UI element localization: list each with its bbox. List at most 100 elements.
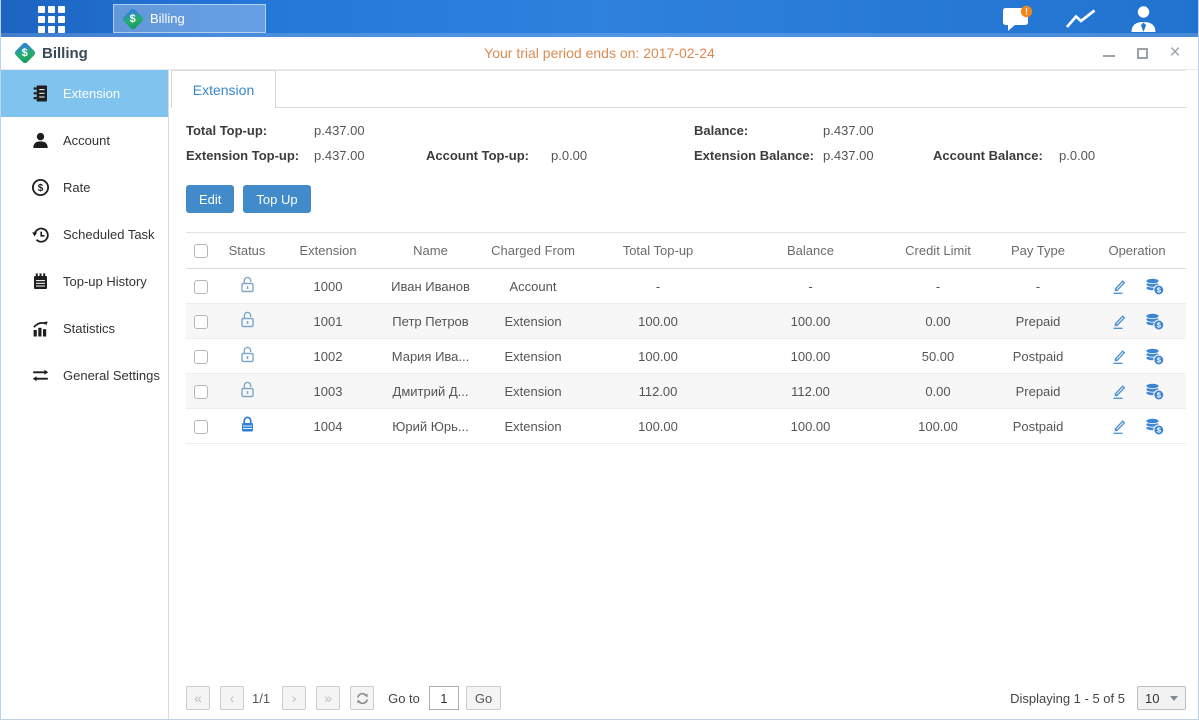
- top-up-button[interactable]: Top Up: [243, 185, 310, 213]
- sidebar-item-label: Scheduled Task: [63, 227, 155, 242]
- window-titlebar: $ Billing Your trial period ends on: 201…: [1, 37, 1198, 70]
- account-topup-label: Account Top-up:: [426, 148, 551, 163]
- sidebar-item-scheduled-task[interactable]: Scheduled Task: [1, 211, 168, 258]
- window-title: Billing: [42, 45, 88, 62]
- refresh-button[interactable]: [350, 686, 374, 710]
- cell-extension: 1004: [278, 409, 378, 444]
- table-row: 1002 Мария Ива... Extension 100.00 100.0…: [186, 339, 1186, 374]
- sidebar-item-account[interactable]: Account: [1, 117, 168, 164]
- cell-credit-limit: 100.00: [888, 409, 988, 444]
- cell-name: Мария Ива...: [378, 339, 483, 374]
- extension-topup-value: p.437.00: [314, 148, 426, 163]
- cell-extension: 1001: [278, 304, 378, 339]
- notifications-icon[interactable]: !: [1002, 5, 1033, 33]
- cell-balance: 100.00: [733, 409, 888, 444]
- sidebar: Extension Account $ Rate: [1, 70, 169, 719]
- table-row: 1003 Дмитрий Д... Extension 112.00 112.0…: [186, 374, 1186, 409]
- row-checkbox[interactable]: [194, 420, 208, 434]
- sidebar-item-extension[interactable]: Extension: [1, 70, 168, 117]
- page-size-select[interactable]: 10: [1137, 686, 1186, 710]
- cell-credit-limit: 50.00: [888, 339, 988, 374]
- extension-balance-label: Extension Balance:: [694, 148, 823, 163]
- col-charged-from: Charged From: [483, 233, 583, 269]
- table-row: 1000 Иван Иванов Account - - - -: [186, 269, 1186, 304]
- cell-pay-type: -: [988, 269, 1088, 304]
- edit-icon[interactable]: [1110, 417, 1128, 435]
- close-button[interactable]: ×: [1168, 46, 1182, 60]
- taskbar-billing-tab[interactable]: $ Billing: [113, 4, 266, 33]
- maximize-button[interactable]: [1135, 46, 1149, 60]
- page-size-value: 10: [1145, 691, 1159, 706]
- sidebar-item-label: General Settings: [63, 368, 160, 383]
- topup-icon[interactable]: $: [1144, 312, 1165, 331]
- row-checkbox[interactable]: [194, 315, 208, 329]
- general-settings-icon: [31, 366, 50, 385]
- edit-icon[interactable]: [1110, 382, 1128, 400]
- app-grid-icon[interactable]: [38, 6, 69, 32]
- select-all-checkbox[interactable]: [194, 244, 208, 258]
- monitor-icon[interactable]: [1064, 6, 1098, 32]
- tab-extension[interactable]: Extension: [171, 70, 276, 108]
- last-page-button[interactable]: »: [316, 686, 340, 710]
- topup-icon[interactable]: $: [1144, 417, 1165, 436]
- extensions-table: Status Extension Name Charged From Total…: [186, 232, 1186, 444]
- cell-balance: 100.00: [733, 304, 888, 339]
- page-indicator: 1/1: [252, 691, 270, 706]
- billing-summary: Total Top-up: p.437.00 Extension Top-up:…: [186, 108, 1186, 163]
- account-balance-label: Account Balance:: [933, 148, 1059, 163]
- col-extension: Extension: [278, 233, 378, 269]
- extension-topup-label: Extension Top-up:: [186, 148, 314, 163]
- col-credit-limit: Credit Limit: [888, 233, 988, 269]
- user-icon[interactable]: [1129, 5, 1158, 32]
- edit-icon[interactable]: [1110, 312, 1128, 330]
- cell-credit-limit: 0.00: [888, 374, 988, 409]
- first-page-button[interactable]: «: [186, 686, 210, 710]
- topup-icon[interactable]: $: [1144, 277, 1165, 296]
- cell-name: Юрий Юрь...: [378, 409, 483, 444]
- sidebar-item-topup-history[interactable]: Top-up History: [1, 258, 168, 305]
- edit-icon[interactable]: [1110, 277, 1128, 295]
- refresh-icon: [355, 691, 370, 706]
- cell-total-topup: -: [583, 269, 733, 304]
- cell-charged-from: Extension: [483, 374, 583, 409]
- cell-extension: 1003: [278, 374, 378, 409]
- go-button[interactable]: Go: [466, 686, 501, 710]
- sidebar-item-label: Statistics: [63, 321, 115, 336]
- dropdown-caret-icon: [1170, 696, 1178, 701]
- edit-button[interactable]: Edit: [186, 185, 234, 213]
- row-checkbox[interactable]: [194, 280, 208, 294]
- goto-page-input[interactable]: [429, 686, 459, 710]
- system-topbar: $ Billing !: [1, 0, 1198, 37]
- balance-value: p.437.00: [823, 123, 933, 138]
- status-unlocked-icon: [239, 380, 256, 399]
- balance-label: Balance:: [694, 123, 823, 138]
- app-screen: $ Billing !: [0, 0, 1199, 720]
- topup-icon[interactable]: $: [1144, 382, 1165, 401]
- cell-pay-type: Prepaid: [988, 374, 1088, 409]
- table-row: 1004 Юрий Юрь... Extension 100.00 100.00…: [186, 409, 1186, 444]
- cell-extension: 1000: [278, 269, 378, 304]
- col-operation: Operation: [1088, 233, 1186, 269]
- trial-notice: Your trial period ends on: 2017-02-24: [1, 45, 1198, 61]
- total-topup-label: Total Top-up:: [186, 123, 314, 138]
- svg-text:$: $: [38, 183, 44, 194]
- status-locked-icon: [239, 415, 256, 434]
- topup-icon[interactable]: $: [1144, 347, 1165, 366]
- cell-name: Петр Петров: [378, 304, 483, 339]
- prev-page-button[interactable]: ‹: [220, 686, 244, 710]
- pagination-bar: « ‹ 1/1 › » Go to Go: [186, 686, 1186, 710]
- tab-bar: Extension: [171, 70, 1186, 108]
- edit-icon[interactable]: [1110, 347, 1128, 365]
- cell-total-topup: 100.00: [583, 339, 733, 374]
- minimize-button[interactable]: [1102, 46, 1116, 60]
- scheduled-task-icon: [31, 225, 50, 244]
- row-checkbox[interactable]: [194, 350, 208, 364]
- next-page-button[interactable]: ›: [282, 686, 306, 710]
- svg-text:!: !: [1025, 6, 1028, 16]
- sidebar-item-rate[interactable]: $ Rate: [1, 164, 168, 211]
- sidebar-item-statistics[interactable]: Statistics: [1, 305, 168, 352]
- row-checkbox[interactable]: [194, 385, 208, 399]
- taskbar-tab-label: Billing: [150, 11, 185, 26]
- cell-extension: 1002: [278, 339, 378, 374]
- sidebar-item-general-settings[interactable]: General Settings: [1, 352, 168, 399]
